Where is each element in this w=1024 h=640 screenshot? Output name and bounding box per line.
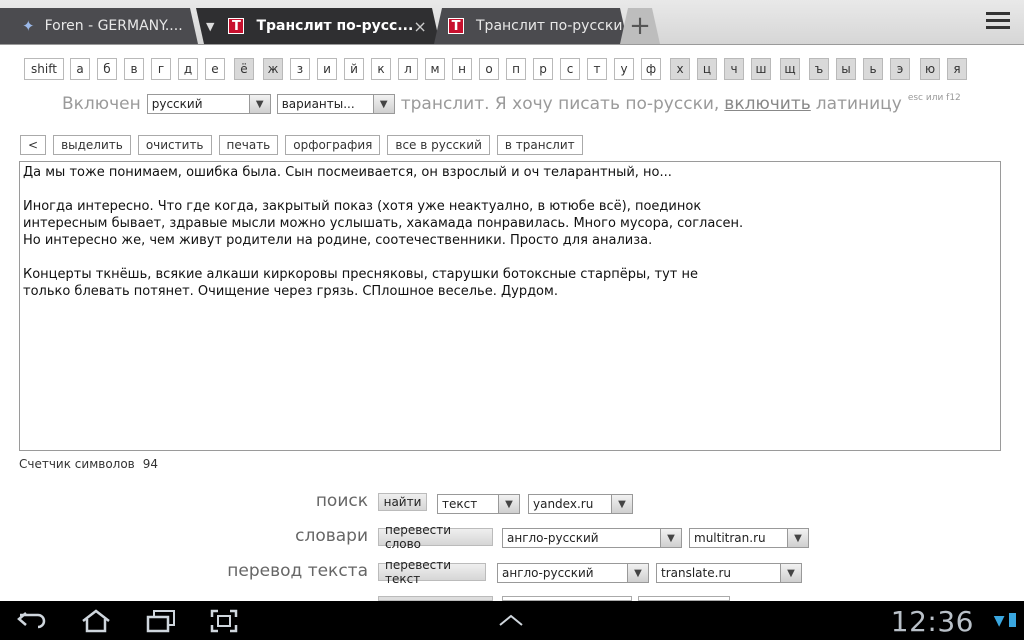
mode-prefix: Включен [62, 94, 141, 114]
system-navigation-bar: 12:36 ▼ [0, 601, 1024, 640]
browser-tab-bar: ✦ Foren - GERMANY.... ▼ T Транслит по-ру… [0, 0, 1024, 45]
search-label: поиск [315, 491, 368, 511]
key-п[interactable]: п [506, 58, 526, 80]
key-ж[interactable]: ж [263, 58, 283, 80]
status-icons: ▼ [994, 613, 1016, 629]
status-clock: 12:36 [890, 605, 974, 638]
chevron-down-icon: ▼ [627, 564, 648, 582]
all-to-russian-button[interactable]: все в русский [387, 135, 490, 155]
tab-title: Транслит по-русс... [256, 18, 414, 34]
back-button[interactable]: < [20, 135, 47, 155]
key-е[interactable]: е [205, 58, 225, 80]
dictionary-direction-select[interactable]: англо-русский ▼ [502, 528, 682, 548]
select-button[interactable]: выделить [53, 135, 131, 155]
chevron-down-icon: ▼ [787, 529, 808, 547]
key-г[interactable]: г [151, 58, 171, 80]
text-translation-label: перевод текста [227, 561, 368, 581]
clear-button[interactable]: очистить [137, 135, 212, 155]
wifi-icon: ▼ [993, 613, 1005, 629]
key-в[interactable]: в [124, 58, 144, 80]
key-н[interactable]: н [452, 58, 472, 80]
tab-translit[interactable]: T Транслит по-русски [434, 8, 628, 44]
key-з[interactable]: з [290, 58, 310, 80]
chevron-up-icon[interactable] [498, 613, 524, 627]
new-tab-button[interactable]: + [620, 8, 660, 44]
tab-translit-active[interactable]: ▼ T Транслит по-русс... × [196, 8, 440, 44]
mode-text: транслит. Я хочу писать по-русски, [400, 94, 720, 114]
chevron-down-icon: ▼ [660, 529, 681, 547]
key-ь[interactable]: ь [863, 58, 883, 80]
tab-title: Foren - GERMANY.... [44, 18, 183, 34]
browser-menu-icon[interactable] [986, 12, 1010, 32]
chevron-down-icon: ▼ [498, 495, 519, 513]
translit-favicon-icon: T [228, 18, 245, 34]
dictionary-site-select[interactable]: multitran.ru ▼ [689, 528, 809, 548]
translate-text-button[interactable]: перевести текст [378, 558, 486, 586]
key-с[interactable]: с [560, 58, 580, 80]
recent-apps-icon[interactable] [146, 609, 176, 633]
key-ё[interactable]: ё [234, 58, 254, 80]
dictionaries-label: словари [295, 526, 368, 546]
key-ч[interactable]: ч [724, 58, 744, 80]
chevron-down-icon: ▼ [372, 95, 394, 113]
translate-word-button[interactable]: перевести слово [378, 523, 493, 551]
close-tab-icon[interactable]: × [413, 17, 426, 36]
key-о[interactable]: о [479, 58, 499, 80]
search-type-select[interactable]: текст ▼ [437, 494, 520, 514]
translit-favicon-icon: T [448, 18, 464, 34]
translation-direction-select[interactable]: англо-русский ▼ [497, 563, 649, 583]
key-а[interactable]: а [70, 58, 90, 80]
shift-key[interactable]: shift [24, 58, 64, 80]
key-ю[interactable]: ю [920, 58, 940, 80]
action-toolbar: < выделить очистить печать орфография вс… [20, 135, 583, 155]
char-counter-value: 94 [142, 457, 159, 471]
to-translit-button[interactable]: в транслит [496, 135, 583, 155]
translation-site-select[interactable]: translate.ru ▼ [656, 563, 802, 583]
key-л[interactable]: л [398, 58, 418, 80]
char-counter: Счетчик символов 94 [19, 457, 158, 471]
battery-icon [1009, 613, 1016, 627]
search-engine-select[interactable]: yandex.ru ▼ [528, 494, 633, 514]
text-editor[interactable]: Да мы тоже понимаем, ошибка была. Сын по… [19, 161, 1001, 451]
spellcheck-button[interactable]: орфография [285, 135, 381, 155]
key-й[interactable]: й [344, 58, 364, 80]
key-я[interactable]: я [947, 58, 967, 80]
find-button[interactable]: найти [378, 493, 427, 511]
key-м[interactable]: м [425, 58, 445, 80]
enable-latin-link[interactable]: включить [724, 94, 810, 114]
shortcut-hint: esc или f12 [907, 93, 961, 103]
key-д[interactable]: д [178, 58, 198, 80]
site-star-icon: ✦ [22, 17, 35, 35]
back-icon[interactable] [16, 609, 48, 631]
tab-title: Транслит по-русски [476, 18, 623, 34]
mode-suffix: латиницу [815, 94, 902, 114]
key-ф[interactable]: ф [641, 58, 661, 80]
key-у[interactable]: у [614, 58, 634, 80]
home-icon[interactable] [80, 609, 112, 633]
key-и[interactable]: и [317, 58, 337, 80]
language-select[interactable]: русский ▼ [146, 94, 271, 114]
key-х[interactable]: х [670, 58, 690, 80]
key-ш[interactable]: ш [751, 58, 771, 80]
key-щ[interactable]: щ [780, 58, 800, 80]
char-counter-label: Счетчик символов [19, 457, 135, 471]
variants-select[interactable]: варианты... ▼ [276, 94, 395, 114]
key-р[interactable]: р [533, 58, 553, 80]
tab-menu-caret-icon[interactable]: ▼ [206, 20, 214, 33]
tab-foren[interactable]: ✦ Foren - GERMANY.... [0, 8, 198, 44]
mode-line: Включен русский ▼ варианты... ▼ транслит. … [62, 92, 961, 116]
chevron-down-icon: ▼ [780, 564, 801, 582]
key-т[interactable]: т [587, 58, 607, 80]
key-э[interactable]: э [890, 58, 910, 80]
screenshot-icon[interactable] [210, 609, 238, 633]
chevron-down-icon: ▼ [248, 95, 270, 113]
print-button[interactable]: печать [218, 135, 279, 155]
chevron-down-icon: ▼ [611, 495, 632, 513]
key-ъ[interactable]: ъ [809, 58, 829, 80]
key-ц[interactable]: ц [697, 58, 717, 80]
key-б[interactable]: б [97, 58, 117, 80]
key-ы[interactable]: ы [836, 58, 856, 80]
key-к[interactable]: к [371, 58, 391, 80]
